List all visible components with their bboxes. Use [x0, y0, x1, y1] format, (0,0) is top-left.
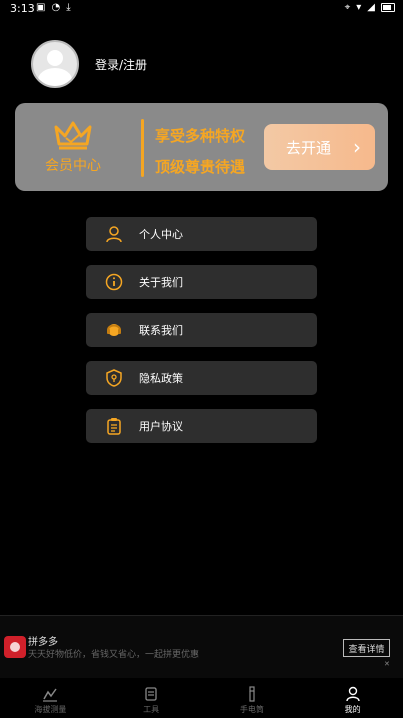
menu-item-agreement[interactable]: 用户协议 — [86, 409, 317, 443]
tab-flashlight[interactable]: 手电筒 — [202, 678, 303, 718]
menu-item-label: 隐私政策 — [139, 372, 183, 385]
ad-logo — [4, 636, 26, 658]
profile-header[interactable]: 登录/注册 — [31, 40, 147, 88]
download-icon: ⤓ — [66, 2, 71, 13]
chart-icon — [43, 688, 58, 702]
user-icon — [106, 226, 122, 243]
ad-text: 天天好物低价，省钱又省心，一起拼更优惠 — [28, 650, 200, 660]
info-icon — [105, 273, 123, 291]
tab-label: 手电筒 — [239, 705, 264, 714]
signal-icon: ◢ — [367, 2, 375, 13]
menu-item-about[interactable]: 关于我们 — [86, 265, 317, 299]
settings-menu: 个人中心 关于我们 联系我们 隐私政策 用户协议 — [86, 217, 317, 457]
tab-label: 我的 — [344, 705, 361, 714]
flashlight-icon — [249, 686, 255, 702]
tab-label: 工具 — [143, 705, 160, 714]
vip-title: 会员中心 — [45, 158, 101, 174]
login-register-link[interactable]: 登录/注册 — [95, 56, 147, 73]
activate-vip-button[interactable]: 去开通 › — [264, 124, 375, 170]
menu-item-label: 联系我们 — [139, 324, 183, 337]
menu-item-label: 个人中心 — [139, 228, 183, 241]
clipboard-icon — [107, 418, 121, 435]
bottom-tab-bar: 海拔测量 工具 手电筒 我的 — [0, 678, 403, 718]
menu-item-privacy[interactable]: 隐私政策 — [86, 361, 317, 395]
shield-icon — [106, 369, 122, 387]
battery-icon — [381, 3, 395, 12]
crown-icon — [54, 121, 92, 150]
menu-item-profile[interactable]: 个人中心 — [86, 217, 317, 251]
tab-label: 海拔测量 — [34, 705, 67, 714]
headset-icon — [107, 324, 121, 336]
notification-icon: ▣ — [36, 2, 46, 13]
location-icon: ⌖ — [344, 2, 351, 13]
menu-item-label: 关于我们 — [139, 276, 183, 289]
ad-name: 拼多多 — [28, 637, 58, 648]
ad-banner[interactable]: 拼多多 天天好物低价，省钱又省心，一起拼更优惠 查看详情 ✕ — [0, 615, 403, 679]
chevron-right-icon: › — [353, 135, 361, 159]
tab-tools[interactable]: 工具 — [101, 678, 202, 718]
vip-benefit-line-1: 享受多种特权 — [155, 127, 246, 145]
wifi-icon: ▾ — [356, 2, 362, 13]
vip-card[interactable]: 会员中心 享受多种特权 顶级尊贵待遇 去开通 › — [15, 103, 388, 191]
tab-altitude[interactable]: 海拔测量 — [0, 678, 101, 718]
menu-item-label: 用户协议 — [139, 420, 183, 433]
person-icon — [345, 686, 360, 702]
vip-benefit-line-2: 顶级尊贵待遇 — [155, 158, 246, 176]
tab-mine[interactable]: 我的 — [302, 678, 403, 718]
avatar[interactable] — [31, 40, 79, 88]
app-notification-icon: ◔ — [51, 2, 61, 13]
status-time: 3:13 — [10, 2, 35, 15]
activate-vip-label: 去开通 — [286, 138, 332, 157]
vip-divider — [141, 119, 144, 177]
close-icon[interactable]: ✕ — [384, 660, 390, 668]
status-bar: 3:13 ▣ ◔ ⤓ ⌖ ▾ ◢ — [0, 0, 403, 18]
toolbox-icon — [145, 687, 157, 701]
menu-item-contact[interactable]: 联系我们 — [86, 313, 317, 347]
ad-details-button[interactable]: 查看详情 — [343, 639, 390, 657]
